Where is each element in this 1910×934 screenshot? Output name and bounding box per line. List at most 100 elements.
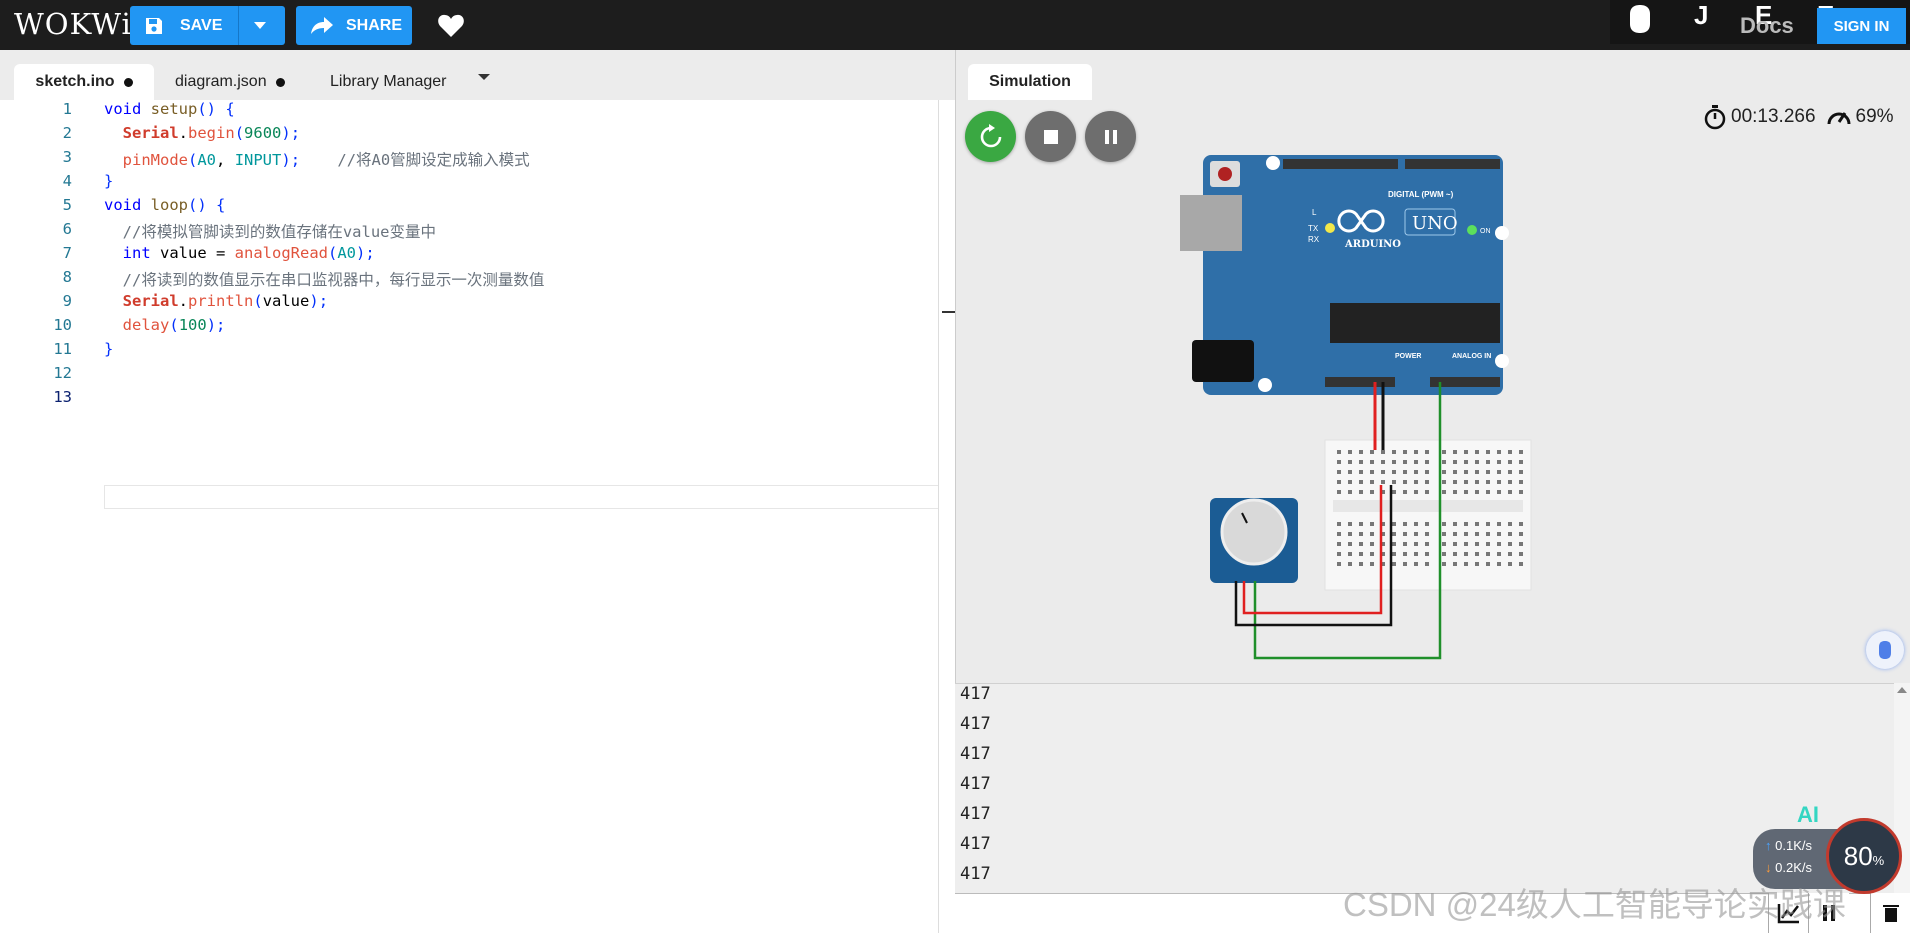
code-line: 11} [0,340,955,364]
line-number: 4 [62,172,72,190]
code-text: pinMode(A0, INPUT); //将A0管脚设定成输入模式 [122,151,530,169]
led-label-on: ON [1480,228,1491,235]
line-number: 9 [62,292,72,310]
line-number: 2 [62,124,72,142]
line-number: 5 [62,196,72,214]
tab-simulation[interactable]: Simulation [968,64,1092,100]
code-text: } [104,172,114,190]
led-label-tx: TX [1308,224,1319,233]
save-button[interactable]: SAVE [130,6,285,45]
code-line: 5 void loop() { [0,196,955,220]
circuit-diagram[interactable]: DIGITAL (PWM ~) ARDUINO UNO L TX RX ON P… [1180,145,1580,665]
save-icon [146,18,162,34]
line-number: 11 [53,340,72,358]
code-line: 9 Serial.println(value); [0,292,955,316]
code-line: 3 pinMode(A0, INPUT); //将A0管脚设定成输入模式 [0,148,955,172]
trash-icon [1883,905,1899,922]
code-text: delay(100); [122,316,226,334]
potentiometer[interactable] [1210,498,1298,583]
pause-icon [1104,129,1117,144]
code-line: 2 Serial.begin(9600); [0,124,955,148]
upload-arrow-icon: ↑ [1765,838,1772,853]
download-rate-row: ↓ 0.2K/s [1765,860,1812,875]
line-number: 10 [53,316,72,334]
save-divider [238,6,239,45]
serial-line: 417 [960,744,991,764]
line-number: 7 [62,244,72,262]
tab-library-manager[interactable]: Library Manager [330,64,447,100]
code-text: void setup() { [104,100,235,118]
gauge-unit: % [1872,852,1885,868]
code-text: //将模拟管脚读到的数值存储在value变量中 [122,223,436,241]
atmega-chip [1330,303,1500,343]
tx-led [1325,223,1335,233]
code-text: Serial.begin(9600); [122,124,301,142]
timer-value: 00:13.266 [1731,106,1816,127]
current-line-highlight [104,485,954,509]
floating-help-button[interactable] [1866,631,1904,669]
wokwi-logo[interactable]: WOKWi [14,7,132,41]
serial-line: 417 [960,834,991,854]
code-line: 1 void setup() { [0,100,955,124]
speedometer-icon [1827,112,1851,125]
share-button-label: SHARE [346,16,403,34]
code-editor[interactable]: 1 void setup() {2 Serial.begin(9600); 3 pi… [0,100,955,933]
tab-label: Library Manager [330,73,447,90]
code-line: 6 //将模拟管脚读到的数值存储在value变量中 [0,220,955,244]
ai-badge: AI [1797,802,1819,827]
restart-icon [980,123,1001,147]
code-text: int value = analogRead(A0); [122,244,375,262]
digital-label: DIGITAL (PWM ~) [1388,190,1454,199]
tab-label: diagram.json [175,73,267,90]
stop-button[interactable] [1025,111,1076,162]
led-label-rx: RX [1308,235,1320,244]
power-jack [1192,340,1254,382]
chevron-down-icon[interactable] [250,18,270,32]
upload-rate-row: ↑ 0.1K/s [1765,838,1812,853]
docs-link[interactable]: Docs [1740,13,1794,39]
power-label: POWER [1395,353,1421,360]
digital-header-right [1405,159,1500,169]
code-text: Serial.println(value); [122,292,329,310]
digital-header-left [1283,159,1398,169]
speed-value: 69% [1855,106,1894,127]
mouse-icon [1630,5,1650,33]
pane-splitter[interactable] [938,100,956,933]
restart-button[interactable] [965,111,1016,162]
on-led [1467,225,1477,235]
arduino-label: ARDUINO [1344,239,1401,250]
scroll-up-icon[interactable] [1894,683,1910,697]
serial-line: 417 [960,864,991,884]
arduino-uno-board[interactable]: DIGITAL (PWM ~) ARDUINO UNO L TX RX ON P… [1180,155,1509,395]
overlay-glyph-1: J [1694,0,1709,30]
tabs-menu-caret-icon[interactable] [478,74,490,80]
serial-line: 417 [960,714,991,734]
unsaved-dot [275,77,285,87]
code-text: //将读到的数值显示在串口监视器中，每行显示一次测量数值 [122,271,545,289]
code-line: 12 [0,364,955,388]
tab-sketch-ino[interactable]: sketch.ino [14,64,154,100]
serial-line: 417 [960,774,991,794]
stop-icon [1043,129,1058,144]
usb-port [1180,195,1242,251]
heart-icon[interactable] [437,13,465,39]
download-arrow-icon: ↓ [1765,860,1772,875]
share-icon [311,17,333,34]
clear-serial-button[interactable] [1870,893,1910,933]
code-line: 4} [0,172,955,196]
tab-diagram-json[interactable]: diagram.json [175,64,285,100]
watermark: CSDN @24级人工智能导论实践课 [1343,886,1846,923]
line-number: 13 [53,388,72,406]
save-button-label: SAVE [180,16,223,34]
share-button[interactable]: SHARE [296,6,412,45]
upload-rate: 0.1K/s [1775,838,1812,853]
line-number: 12 [53,364,72,382]
analog-label: ANALOG IN [1452,353,1491,360]
mouse-icon [1879,641,1891,659]
splitter-handle[interactable] [942,311,956,313]
sign-in-button[interactable]: SIGN IN [1817,8,1906,44]
code-line: 8 //将读到的数值显示在串口监视器中，每行显示一次测量数值 [0,268,955,292]
unsaved-dot [123,77,133,87]
pause-button[interactable] [1085,111,1136,162]
code-line: 13 [0,388,955,412]
